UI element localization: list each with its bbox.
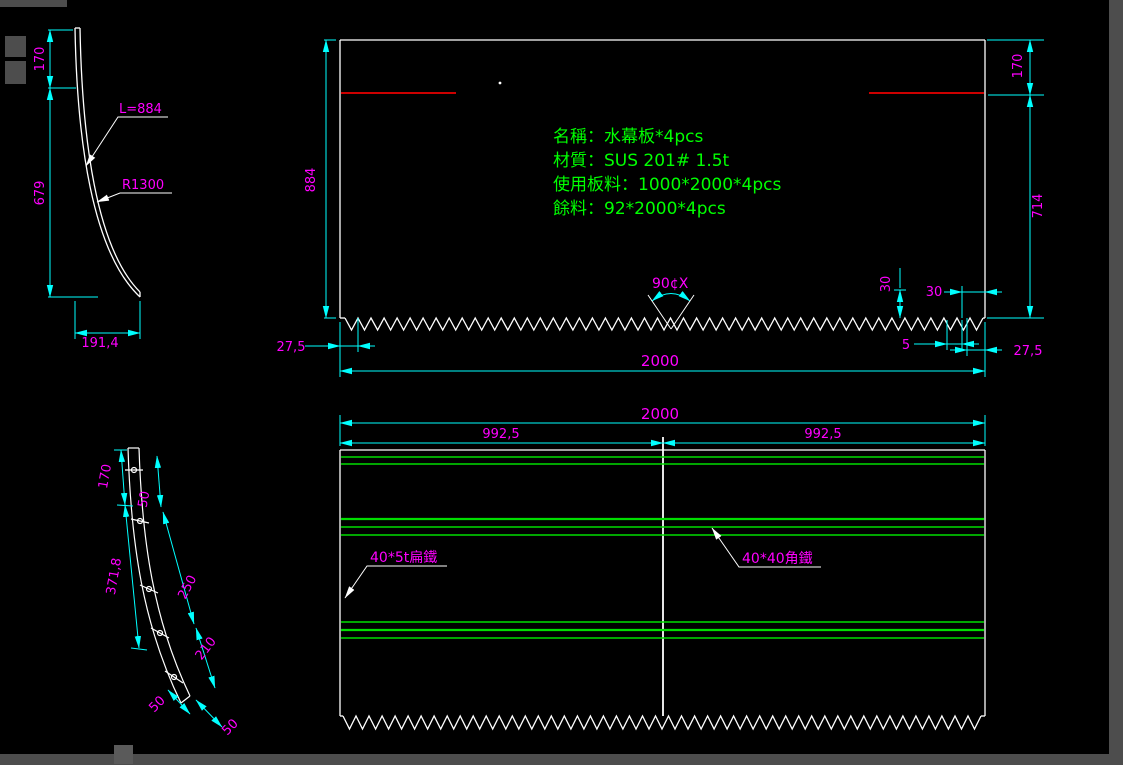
cad-canvas[interactable]: 170 679 191,4 L=884 R1300 884 170 714 20… [0,0,1123,765]
note-remnant: 餘料：92*2000*4pcs [553,199,726,219]
note-material: 材質：SUS 201# 1.5t [553,151,730,171]
toolbar-fragment-2 [5,61,26,84]
front-zigzag-edge [344,316,984,332]
toolbar-fragment-1 [5,36,26,57]
strip-dim-50-end-a: 50 [146,693,168,715]
side-dim-191-4: 191,4 [81,336,118,351]
side-label-arc-length: L=884 [119,102,162,117]
note-name: 名稱：水幕板*4pcs [553,127,703,147]
strip-dim-250: 250 [175,573,200,602]
front-dim-884: 884 [304,168,319,193]
window-border-top [0,0,67,7]
front-dim-714: 714 [1031,194,1046,219]
front-dim-27-5-left: 27,5 [277,340,306,355]
side-dim-170: 170 [33,47,48,72]
strip-dim-371-8: 371,8 [104,557,125,596]
curved-strip-view: 170 50 371,8 250 210 50 50 [96,447,242,739]
strip-dim-50-end-b: 50 [219,716,241,738]
front-dim-170: 170 [1011,54,1026,79]
rear-zigzag-edge [342,714,982,731]
notes-block: 名稱：水幕板*4pcs 材質：SUS 201# 1.5t 使用板料：1000*2… [553,127,781,219]
strip-dim-170: 170 [96,463,115,490]
strip-dim-210: 210 [193,634,220,663]
statusbar-fragment [114,745,133,764]
rear-dim-992-5-right: 992,5 [804,427,841,442]
window-border-right [1109,0,1123,765]
front-view: 884 170 714 2000 27,5 27,5 30 30 5 90¢X … [277,39,1046,377]
stray-point [498,81,502,85]
rear-dim-2000: 2000 [641,405,679,423]
side-profile-outline [74,27,141,298]
side-dim-679: 679 [33,181,48,206]
front-dim-30-vertical: 30 [879,276,894,293]
cad-window: 170 679 191,4 L=884 R1300 884 170 714 20… [0,0,1123,765]
front-dim-5: 5 [902,338,910,353]
strip-dim-50-top: 50 [136,490,154,509]
rear-label-flat-bar: 40*5t扁鐵 [370,549,437,566]
note-sheet-used: 使用板料：1000*2000*4pcs [553,174,781,195]
front-dim-30-horizontal: 30 [926,285,943,300]
window-border-bottom [0,754,1123,765]
side-profile-view: 170 679 191,4 L=884 R1300 [33,27,172,351]
front-tooth-angle-label: 90¢X [652,276,689,292]
rear-view-outline [339,437,986,731]
rear-frame-view: 2000 992,5 992,5 40*5t扁鐵 40*40角鐵 [339,405,986,731]
front-dim-2000: 2000 [641,352,679,370]
rear-dim-992-5-left: 992,5 [482,427,519,442]
side-label-radius: R1300 [122,178,164,193]
window-chrome [0,0,1123,765]
front-dim-27-5-right: 27,5 [1014,344,1043,359]
rear-label-angle-bar: 40*40角鐵 [742,550,813,567]
